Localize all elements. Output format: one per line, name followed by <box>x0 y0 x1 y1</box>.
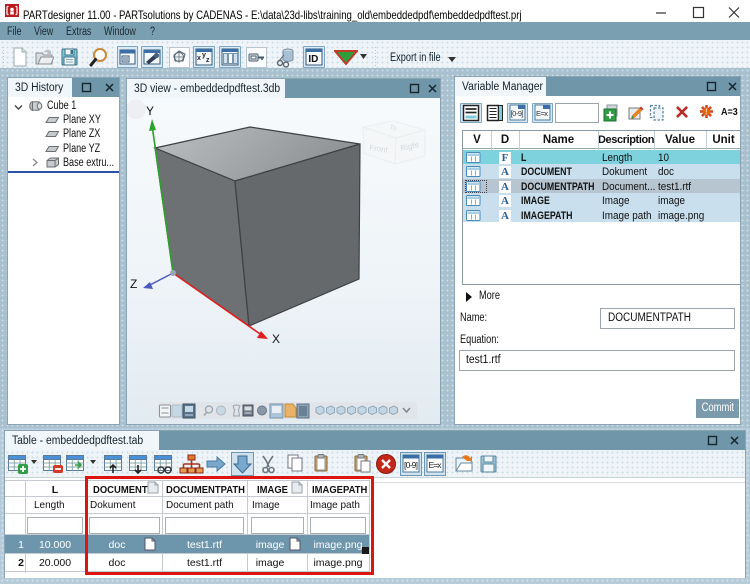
svg-text:E=x: E=x <box>429 460 443 470</box>
svg-text:[0-9]: [0-9] <box>511 109 524 118</box>
svg-text:ID: ID <box>308 54 318 65</box>
svg-text:x: x <box>197 55 201 62</box>
svg-text:Z: Z <box>130 277 137 291</box>
svg-text:X: X <box>272 332 280 346</box>
svg-text:E=x: E=x <box>536 109 548 118</box>
svg-text:z: z <box>206 57 210 64</box>
svg-text:[0-9]: [0-9] <box>404 460 418 470</box>
svg-text:!: ! <box>705 106 708 116</box>
svg-text:Y: Y <box>146 104 154 118</box>
